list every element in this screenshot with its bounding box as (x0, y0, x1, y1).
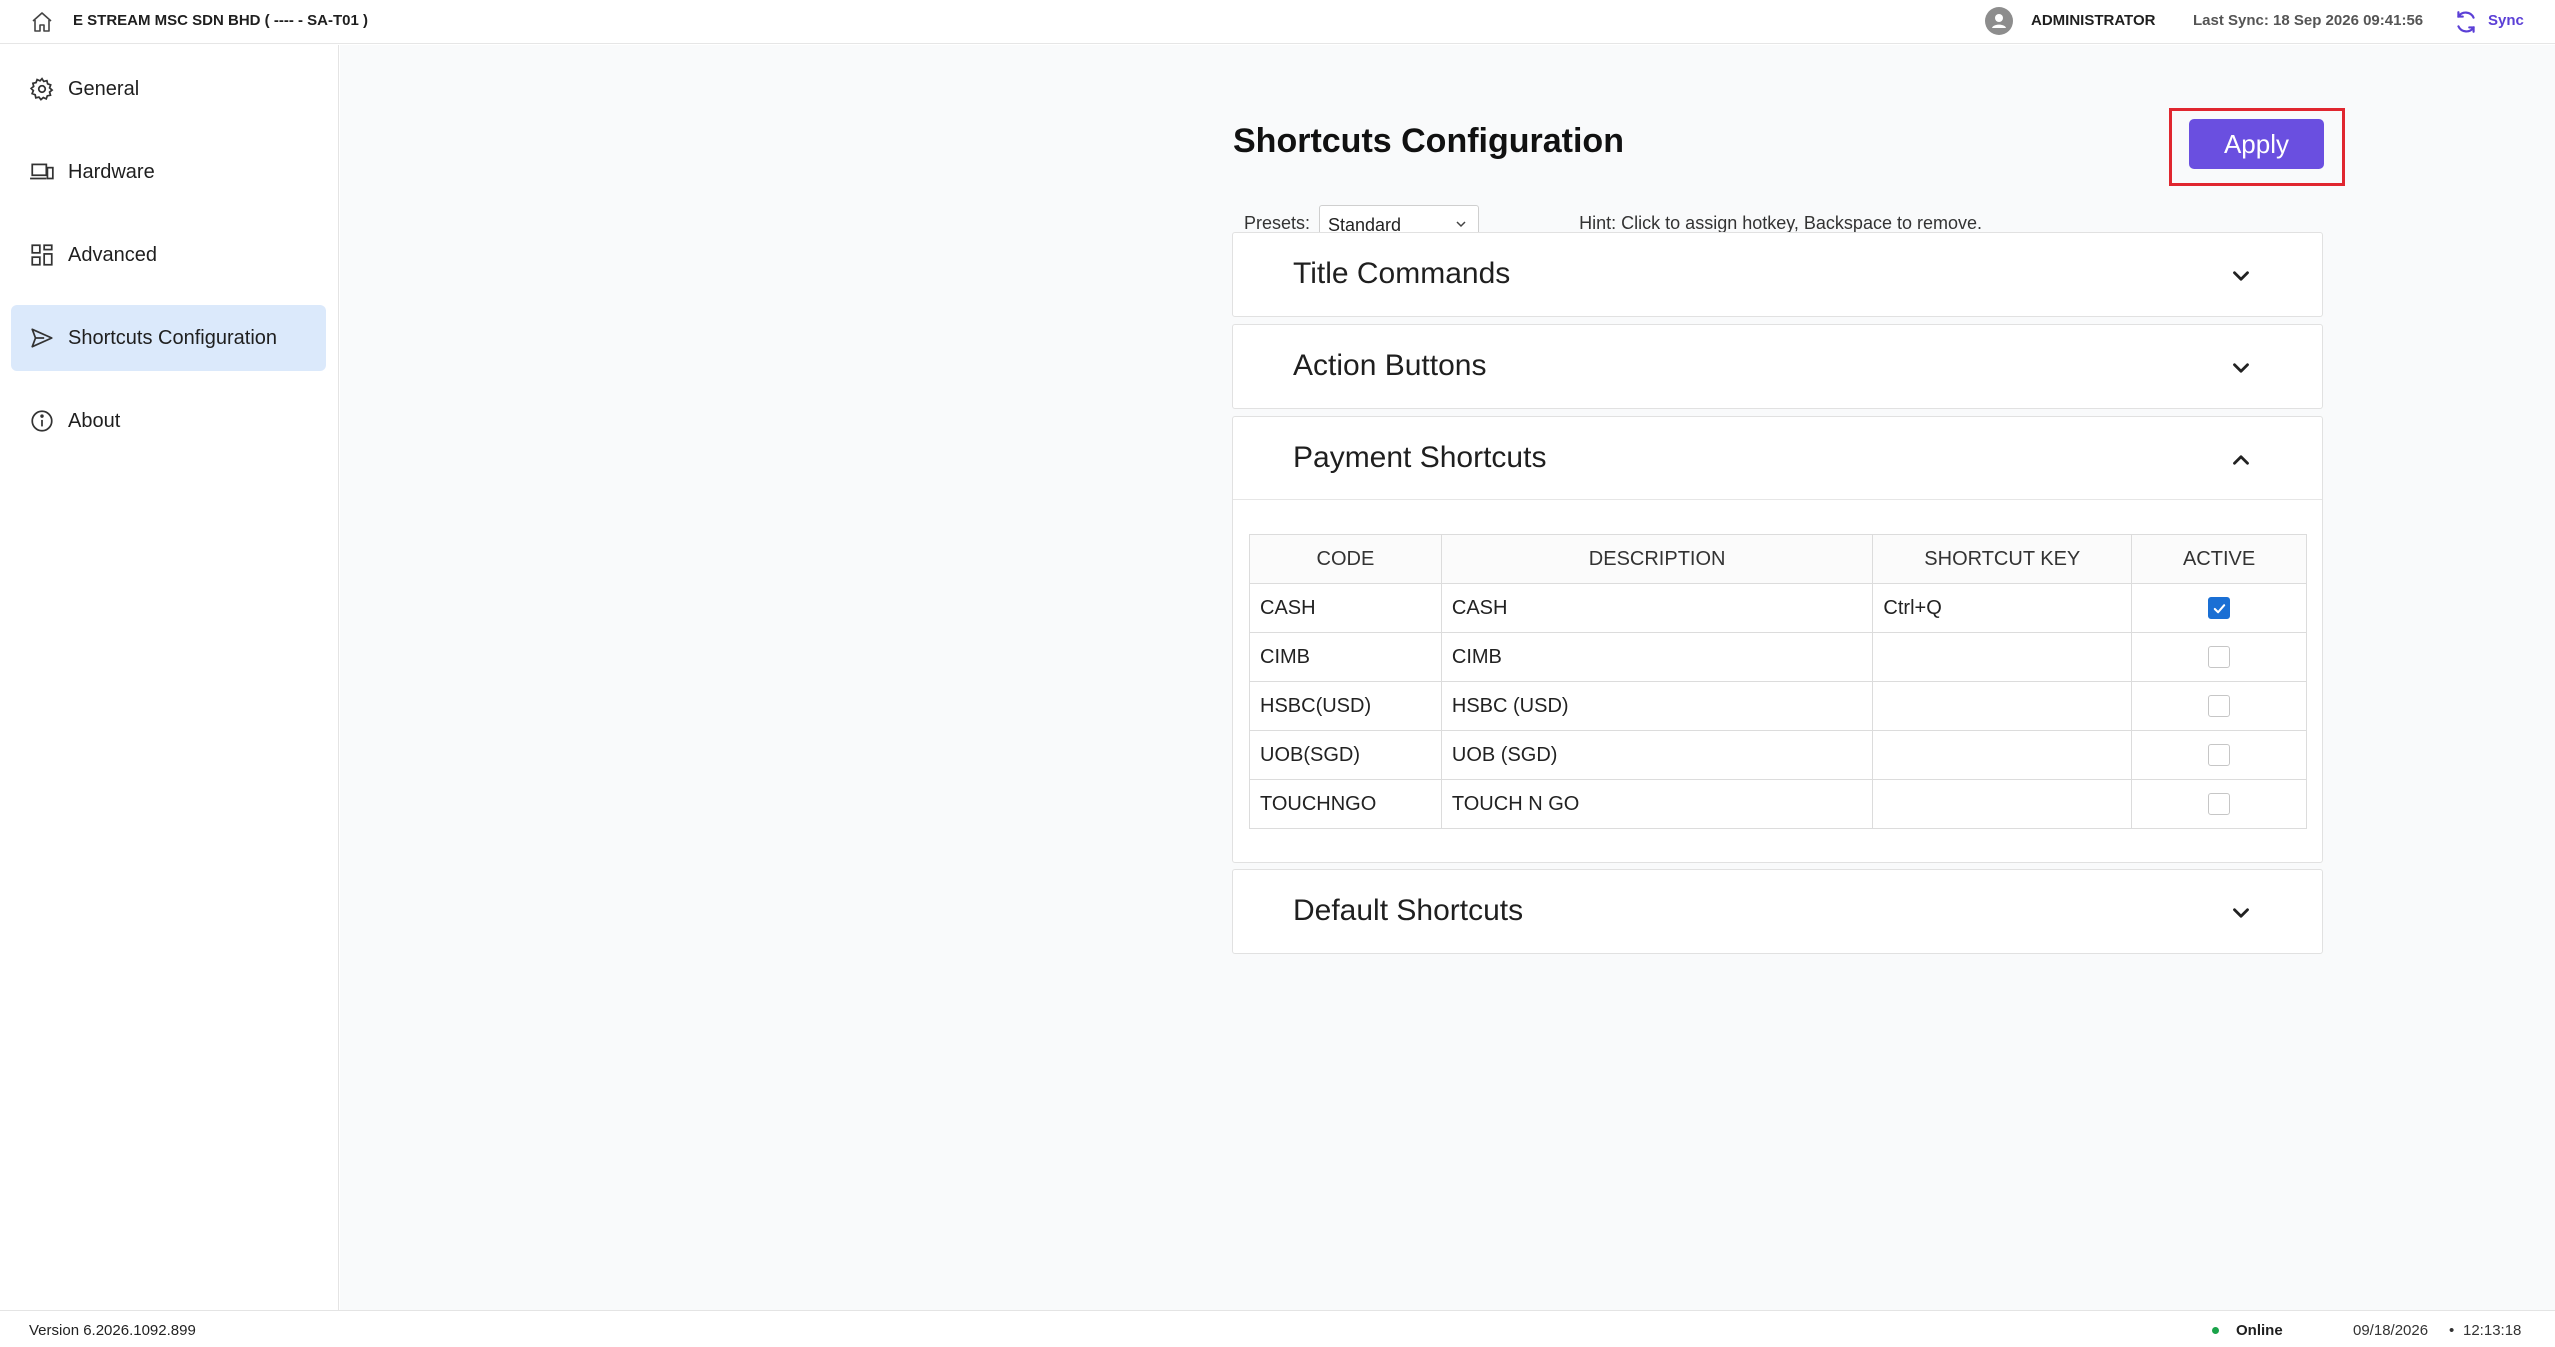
cell-active (2131, 583, 2307, 633)
checkmark-icon (2213, 604, 2226, 614)
section-action-buttons: Action Buttons (1232, 324, 2323, 409)
cell-active (2131, 681, 2307, 731)
chevron-down-icon[interactable] (2228, 355, 2254, 381)
sidebar-item-about[interactable]: About (11, 388, 326, 454)
page-title: Shortcuts Configuration (1233, 122, 1624, 160)
status-date: 09/18/2026 (2353, 1322, 2429, 1339)
section-header[interactable]: Action Buttons (1233, 325, 2322, 408)
user-avatar[interactable] (1985, 7, 2013, 35)
active-checkbox[interactable] (2208, 597, 2231, 620)
column-header-shortcut-key: SHORTCUT KEY (1872, 534, 2133, 584)
top-bar: E STREAM MSC SDN BHD ( ---- - SA-T01 ) A… (0, 0, 2555, 44)
sidebar: General Hardware Advanced Shortcuts Conf… (0, 45, 339, 1310)
company-name: E STREAM MSC SDN BHD ( ---- - SA-T01 ) (73, 12, 368, 29)
section-title: Title Commands (1293, 257, 1511, 290)
section-title-commands: Title Commands (1232, 232, 2323, 317)
status-bar: Version 6.2026.1092.899 Online 09/18/202… (0, 1310, 2555, 1347)
sidebar-item-shortcuts-configuration[interactable]: Shortcuts Configuration (11, 305, 326, 371)
active-checkbox[interactable] (2208, 793, 2231, 816)
online-status-dot-icon (2212, 1327, 2219, 1334)
cell-shortcut-key[interactable] (1872, 730, 2133, 780)
cell-shortcut-key[interactable] (1872, 681, 2133, 731)
cell-shortcut-key[interactable] (1872, 779, 2133, 829)
column-header-description: DESCRIPTION (1440, 534, 1874, 584)
gear-icon (29, 77, 54, 101)
section-header[interactable]: Title Commands (1233, 233, 2322, 316)
cell-description: TOUCH N GO (1440, 779, 1874, 829)
info-icon (31, 410, 53, 432)
active-checkbox[interactable] (2208, 744, 2231, 767)
presets-label: Presets: (1244, 213, 1311, 233)
table-row: TOUCHNGO TOUCH N GO (1249, 779, 2307, 829)
user-name[interactable]: ADMINISTRATOR (2031, 12, 2155, 29)
cell-description: CIMB (1440, 632, 1874, 682)
payment-shortcuts-table: CODE DESCRIPTION SHORTCUT KEY ACTIVE CAS… (1249, 534, 2307, 829)
cell-code: UOB(SGD) (1249, 730, 1442, 780)
sidebar-item-hardware[interactable]: Hardware (11, 139, 326, 205)
cell-description: UOB (SGD) (1440, 730, 1874, 780)
cell-active (2131, 779, 2307, 829)
chevron-down-icon[interactable] (2228, 900, 2254, 926)
cell-code: CIMB (1249, 632, 1442, 682)
table-header-row: CODE DESCRIPTION SHORTCUT KEY ACTIVE (1249, 534, 2307, 584)
send-icon (31, 328, 53, 348)
grid-icon (31, 244, 53, 266)
sidebar-item-label: About (68, 409, 121, 432)
table-row: CASH CASH Ctrl+Q (1249, 583, 2307, 633)
active-checkbox[interactable] (2208, 646, 2231, 669)
main-content: Shortcuts Configuration Apply Presets: S… (340, 45, 2555, 1310)
column-header-active: ACTIVE (2131, 534, 2307, 584)
cell-code: HSBC(USD) (1249, 681, 1442, 731)
section-default-shortcuts: Default Shortcuts (1232, 869, 2323, 954)
cell-code: TOUCHNGO (1249, 779, 1442, 829)
sidebar-item-label: General (68, 77, 140, 100)
sidebar-item-label: Hardware (68, 160, 155, 183)
status-separator: • (2449, 1322, 2455, 1339)
section-payment-shortcuts: Payment Shortcuts CODE DESCRIPTION SHORT… (1232, 416, 2323, 863)
hint-text: Hint: Click to assign hotkey, Backspace … (1579, 213, 1982, 233)
section-header[interactable]: Payment Shortcuts (1233, 417, 2322, 500)
cell-shortcut-key[interactable] (1872, 632, 2133, 682)
cell-shortcut-key[interactable]: Ctrl+Q (1872, 583, 2133, 633)
chevron-up-icon[interactable] (2228, 447, 2254, 473)
status-time: 12:13:18 (2463, 1322, 2522, 1339)
active-checkbox[interactable] (2208, 695, 2231, 718)
section-header[interactable]: Default Shortcuts (1233, 870, 2322, 953)
sidebar-item-label: Shortcuts Configuration (68, 326, 278, 349)
sync-button[interactable]: Sync (2488, 12, 2524, 29)
cell-active (2131, 632, 2307, 682)
sync-icon[interactable] (2453, 9, 2479, 35)
cell-description: HSBC (USD) (1440, 681, 1874, 731)
column-header-code: CODE (1249, 534, 1442, 584)
table-row: CIMB CIMB (1249, 632, 2307, 682)
sidebar-item-general[interactable]: General (11, 56, 326, 122)
sidebar-item-label: Advanced (68, 243, 157, 266)
devices-icon (30, 163, 54, 180)
cell-active (2131, 730, 2307, 780)
last-sync-text: Last Sync: 18 Sep 2026 09:41:56 (2193, 12, 2424, 29)
connection-status: Online (2236, 1322, 2283, 1339)
table-row: UOB(SGD) UOB (SGD) (1249, 730, 2307, 780)
chevron-down-icon (1456, 221, 1466, 228)
version-text: Version 6.2026.1092.899 (29, 1322, 196, 1339)
section-title: Payment Shortcuts (1293, 441, 1547, 474)
cell-code: CASH (1249, 583, 1442, 633)
section-title: Action Buttons (1293, 349, 1487, 382)
user-icon (1992, 14, 2006, 28)
home-icon[interactable] (30, 10, 54, 34)
sidebar-item-advanced[interactable]: Advanced (11, 222, 326, 288)
apply-button[interactable]: Apply (2189, 119, 2324, 169)
chevron-down-icon[interactable] (2228, 263, 2254, 289)
table-row: HSBC(USD) HSBC (USD) (1249, 681, 2307, 731)
cell-description: CASH (1440, 583, 1874, 633)
section-title: Default Shortcuts (1293, 894, 1524, 927)
